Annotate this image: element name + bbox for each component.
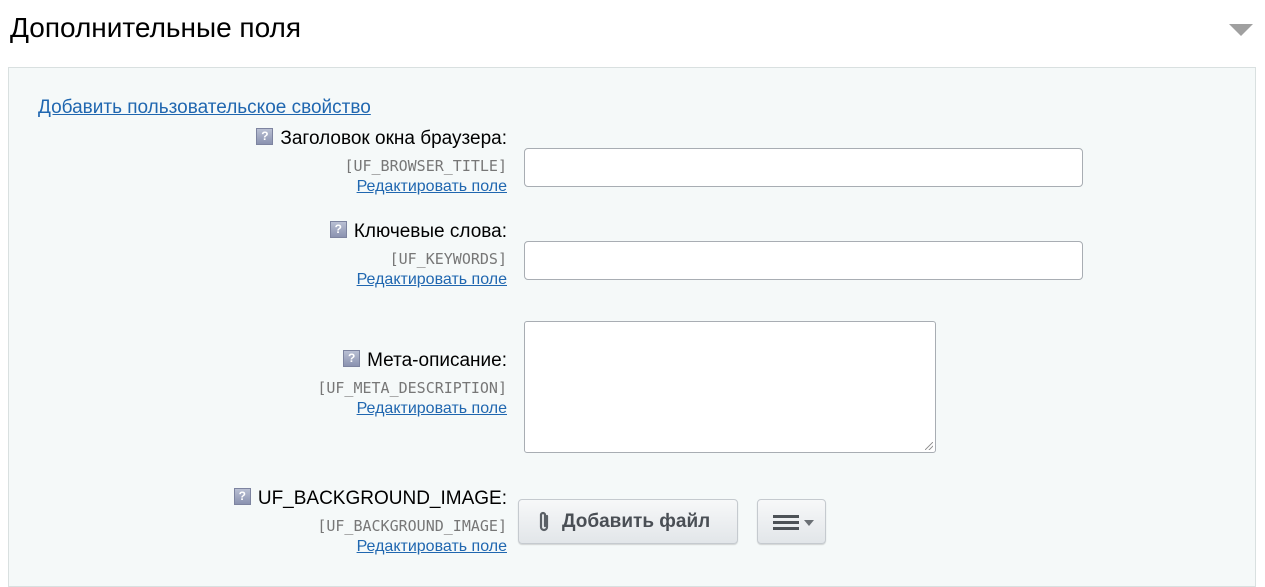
field-label: ? Заголовок окна браузера: [256,127,507,150]
add-file-label: Добавить файл [562,510,711,532]
meta-description-textarea[interactable] [524,321,936,453]
field-label-text: Ключевые слова: [353,221,507,242]
file-menu-button[interactable] [757,499,826,544]
resize-grip-icon[interactable] [925,442,933,450]
edit-field-link[interactable]: Редактировать поле [234,537,507,557]
help-icon[interactable]: ? [233,487,251,505]
section-title: Дополнительные поля [10,12,302,43]
help-icon[interactable]: ? [256,127,274,145]
chevron-down-icon [804,520,814,526]
edit-field-link[interactable]: Редактировать поле [330,270,507,290]
add-custom-property-link[interactable]: Добавить пользовательское свойство [38,97,371,119]
field-label: ? UF_BACKGROUND_IMAGE: [233,487,507,510]
field-background-image-meta: ? UF_BACKGROUND_IMAGE: [UF_BACKGROUND_IM… [233,487,507,557]
field-keywords-meta: ? Ключевые слова: [UF_KEYWORDS] Редактир… [329,220,507,290]
field-code: [UF_META_DESCRIPTION] [317,379,507,397]
add-file-button[interactable]: Добавить файл [518,499,738,544]
field-label-text: Заголовок окна браузера: [280,128,507,149]
edit-field-link[interactable]: Редактировать поле [317,399,507,419]
field-label-text: Мета-описание: [367,350,507,371]
field-label: ? Мета-описание: [343,349,507,372]
keywords-input[interactable] [524,241,1083,280]
browser-title-input[interactable] [524,148,1083,187]
help-icon[interactable]: ? [343,349,361,367]
field-code: [UF_KEYWORDS] [389,250,507,268]
field-browser-title-meta: ? Заголовок окна браузера: [UF_BROWSER_T… [256,127,507,197]
section-header: Дополнительные поля [0,0,1265,62]
field-code: [UF_BROWSER_TITLE] [344,157,507,175]
field-meta-description-meta: ? Мета-описание: [UF_META_DESCRIPTION] Р… [317,349,507,419]
field-label-text: UF_BACKGROUND_IMAGE: [257,488,507,509]
help-icon[interactable]: ? [329,220,347,238]
paperclip-icon [539,511,549,531]
field-label: ? Ключевые слова: [329,220,507,243]
triangle-down-icon[interactable] [1229,24,1253,36]
hamburger-menu-icon [773,514,799,530]
edit-field-link[interactable]: Редактировать поле [256,177,507,197]
field-code: [UF_BACKGROUND_IMAGE] [317,517,507,535]
